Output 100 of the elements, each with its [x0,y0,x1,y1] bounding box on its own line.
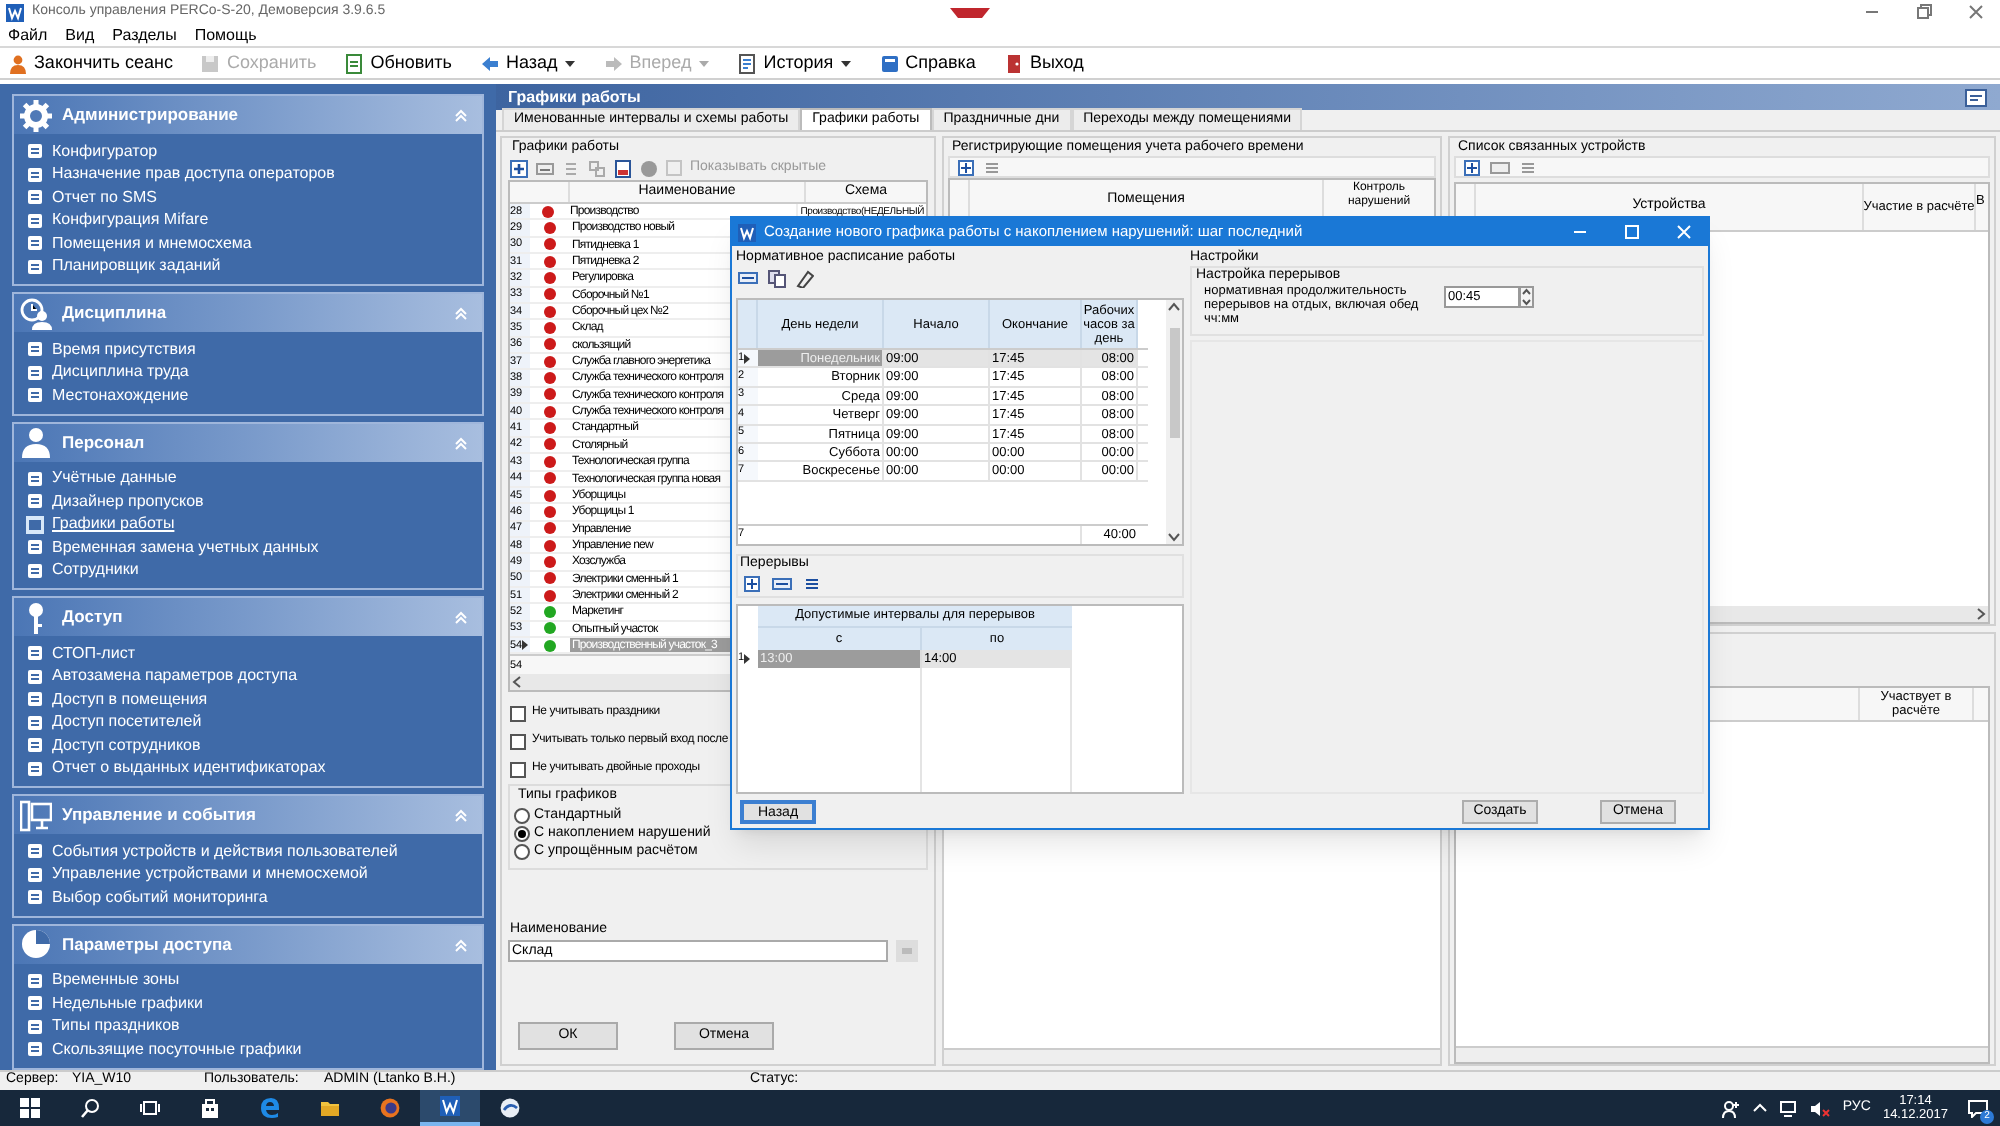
door-icon [1003,53,1024,73]
menu-item[interactable]: Помощь [194,23,257,47]
task-view-icon [140,1098,160,1118]
sidebar-item[interactable]: Дисциплина труда [14,361,482,384]
sidebar-item[interactable]: Местонахождение [14,384,482,407]
scroll-up-icon[interactable] [1168,302,1180,312]
sidebar-item[interactable]: Скользящие посуточные графики [14,1038,482,1061]
globe-icon [500,1098,520,1118]
sidebar-item[interactable]: Учётные данные [14,467,482,490]
edit-icon[interactable] [772,576,792,592]
sidebar-item[interactable]: Типы праздников [14,1015,482,1038]
person-icon [8,53,28,73]
sidebar-item[interactable]: Отчет о выданных идентификаторах [14,757,482,780]
eraser-icon[interactable] [796,269,814,287]
notification-icon[interactable] [1968,1099,1988,1117]
item-icon [26,888,44,907]
sidebar-item[interactable]: Сотрудники [14,559,482,582]
radio-button[interactable] [514,826,530,843]
checkbox[interactable] [510,733,526,750]
item-icon [26,561,44,580]
scrollbar-thumb[interactable] [1169,327,1179,437]
volume-muted-icon[interactable] [1810,1099,1831,1117]
item-icon [26,538,44,557]
sidebar-item[interactable]: Временные зоны [14,969,482,992]
add-icon[interactable] [1464,159,1480,175]
add-icon[interactable] [958,159,974,175]
logo-icon [950,7,990,17]
item-icon [26,188,44,207]
scrollbar[interactable] [944,1048,1440,1064]
add-icon[interactable] [744,576,760,592]
scroll-down-icon[interactable] [1168,532,1180,542]
arrow-left-icon [479,53,500,73]
item-icon [26,1017,44,1036]
menu-item[interactable]: Файл [8,23,48,47]
row-pointer-icon [522,640,529,651]
section-title: Доступ [62,604,123,630]
sidebar-item[interactable]: Недельные графики [14,992,482,1015]
sidebar-item[interactable]: Доступ сотрудников [14,734,482,757]
toolbar-button[interactable]: История [737,49,852,77]
calendar-icon [26,515,44,534]
sidebar-item[interactable]: Конфигуратор [14,140,482,163]
sidebar-item[interactable]: Конфигурация Mifare [14,209,482,232]
toolbar-button[interactable]: Закончить сеанс [8,49,173,77]
section-title: Персонал [62,429,145,455]
scrollbar[interactable] [1166,300,1182,544]
toolbar-button[interactable]: Выход [1003,49,1084,77]
add-icon[interactable] [510,159,528,177]
sidebar-item[interactable]: Дизайнер пропусков [14,490,482,513]
sidebar-item[interactable]: Планировщик заданий [14,255,482,278]
checkbox[interactable] [510,761,526,778]
item-icon [26,234,44,253]
people-icon[interactable] [1722,1099,1741,1117]
checkbox[interactable] [510,705,526,722]
close-icon[interactable] [1966,2,1986,22]
menu-item[interactable]: Вид [65,23,95,47]
arrow-right-icon [603,53,624,73]
network-icon[interactable] [1780,1099,1799,1117]
item-icon [26,142,44,161]
sidebar-item[interactable]: События устройств и действия пользователей [14,840,482,863]
sidebar-item[interactable]: Время присутствия [14,338,482,361]
toolbar-button[interactable]: Обновить [344,49,452,77]
maximize-icon[interactable] [1622,222,1642,242]
copy-icon[interactable] [768,269,786,287]
edit-icon[interactable] [536,159,554,177]
toolbar-button[interactable]: Назад [479,49,576,77]
radio-button[interactable] [514,844,530,861]
taskbar-button[interactable] [420,1090,480,1126]
sidebar-item[interactable]: Управление устройствами и мнемосхемой [14,863,482,886]
chevron-up-icon[interactable] [1752,1100,1769,1116]
sidebar-item[interactable]: СТОП-лист [14,642,482,665]
row-pointer-icon [744,654,751,664]
restore-icon[interactable] [1914,2,1934,22]
radio-button[interactable] [514,808,530,825]
item-icon [26,211,44,230]
sidebar-item[interactable]: Выбор событий мониторинга [14,886,482,909]
toolbar-button[interactable]: Справка [879,49,976,77]
row-pointer-icon [744,353,751,364]
scrollbar[interactable] [1456,1046,1988,1062]
sidebar-item[interactable]: Помещения и мнемосхема [14,232,482,255]
section-title: Параметры доступа [62,931,232,957]
sidebar-item[interactable]: Временная замена учетных данных [14,536,482,559]
sidebar-item[interactable]: Доступ в помещения [14,688,482,711]
monitor-icon [20,799,52,831]
sidebar-item[interactable]: Отчет по SMS [14,186,482,209]
item-icon [26,690,44,709]
list-icon[interactable] [804,576,820,592]
item-icon [26,363,44,382]
item-icon [26,492,44,511]
sidebar-item[interactable]: Доступ посетителей [14,711,482,734]
scroll-left-icon[interactable] [512,676,522,689]
card-icon[interactable] [1964,87,1988,107]
sidebar-item[interactable]: Автозамена параметров доступа [14,665,482,688]
scroll-right-icon[interactable] [1976,608,1986,620]
spin-arrows-icon[interactable] [1520,286,1534,308]
edit-icon[interactable] [738,270,758,286]
report-icon[interactable] [614,159,632,177]
menu-item[interactable]: Разделы [112,23,177,47]
sidebar-item[interactable]: Графики работы [14,513,482,536]
sidebar-item[interactable]: Назначение прав доступа операторов [14,163,482,186]
item-icon [26,865,44,884]
